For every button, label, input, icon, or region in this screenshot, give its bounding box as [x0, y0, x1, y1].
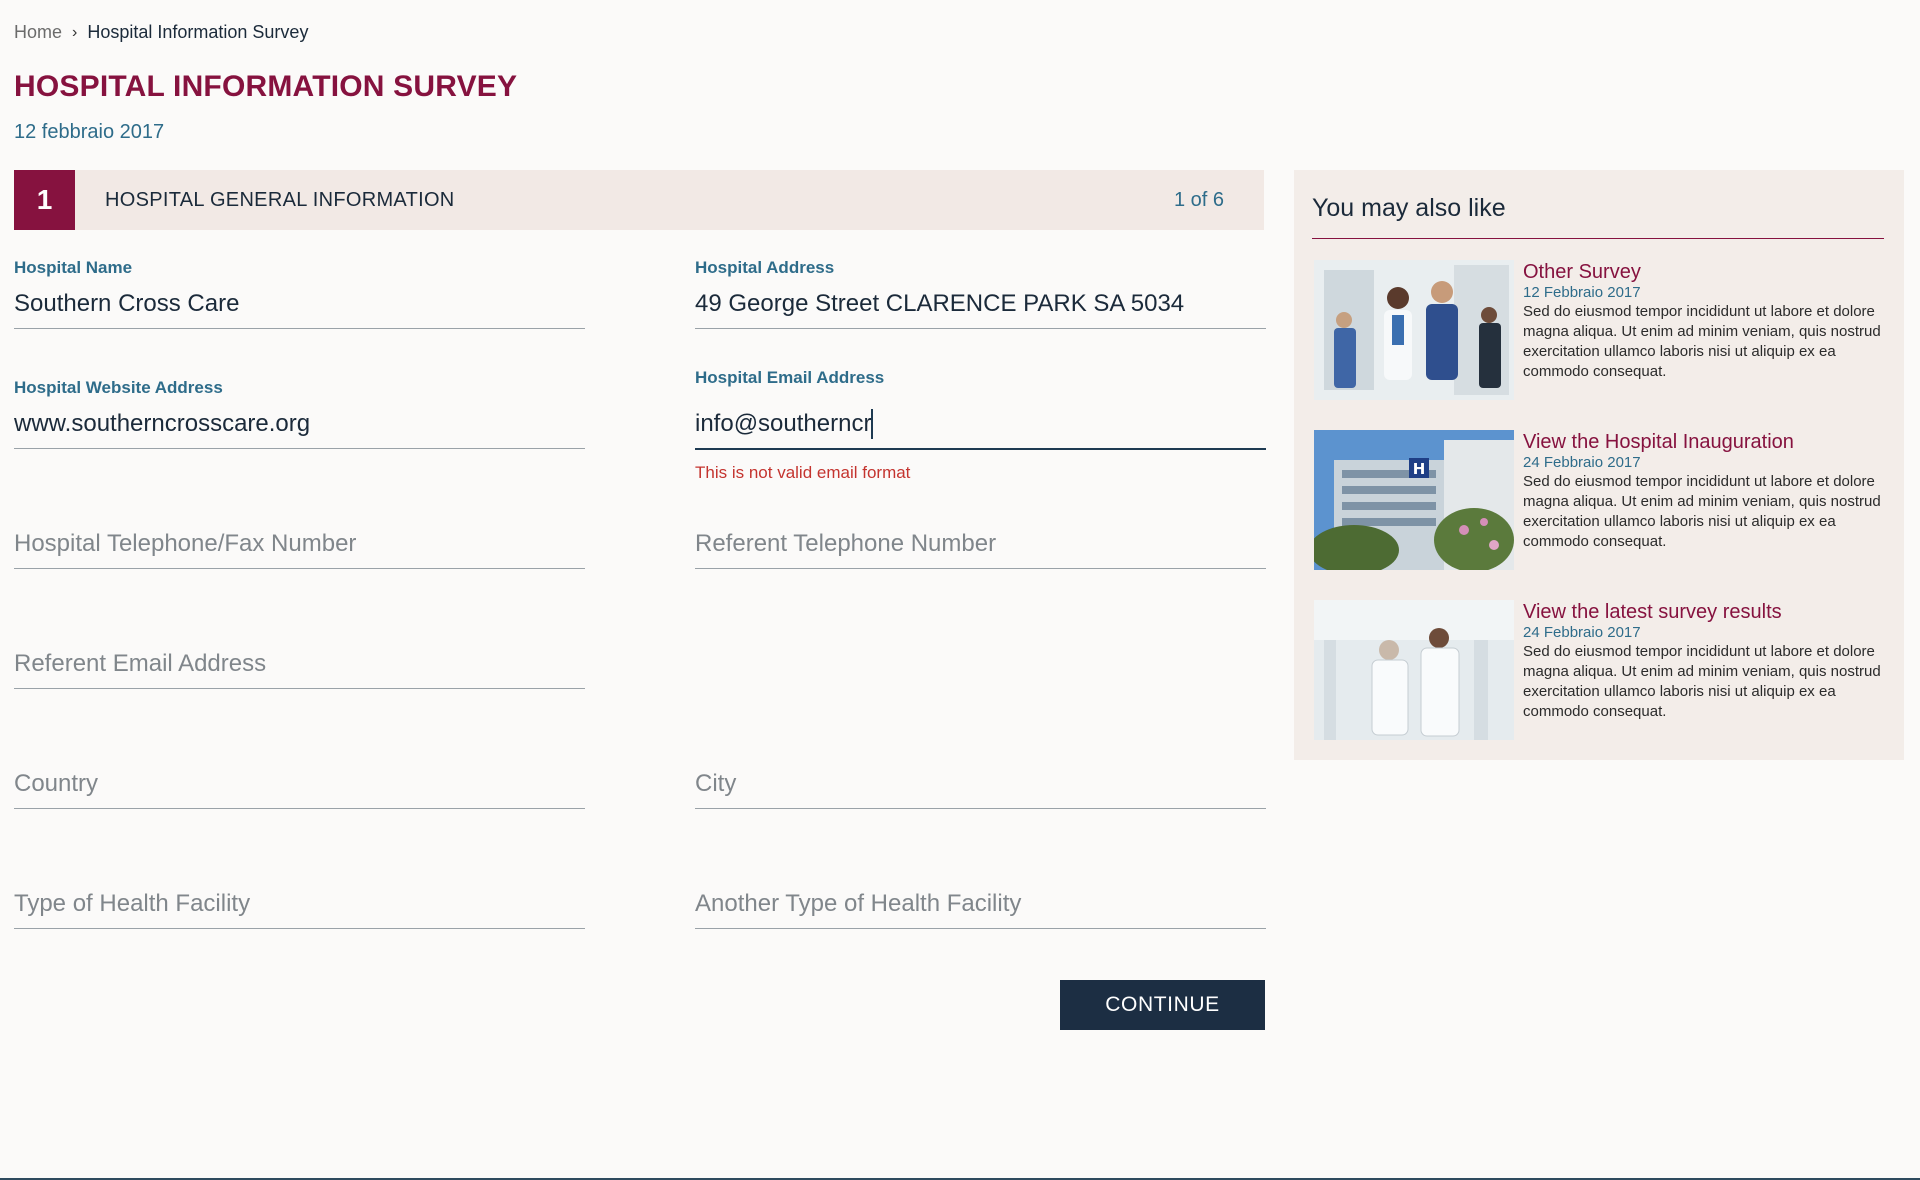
hospital-name-input[interactable]	[14, 290, 585, 318]
page-date: 12 febbraio 2017	[14, 121, 165, 143]
facility-type-control	[14, 880, 585, 929]
telephone-fax-input[interactable]	[14, 530, 585, 558]
facility-type-field	[14, 880, 585, 929]
email-field: Hospital Email Address info@southerncr	[695, 366, 1266, 450]
city-input[interactable]	[695, 770, 1266, 798]
email-control: info@southerncr	[695, 400, 1266, 450]
related-card[interactable]: Other Survey 12 Febbraio 2017 Sed do eiu…	[1314, 260, 1888, 402]
email-error-message: This is not valid email format	[695, 463, 911, 482]
card-thumbnail-image[interactable]: H	[1314, 430, 1514, 570]
referent-telephone-control	[695, 520, 1266, 569]
card-date: 24 Febbraio 2017	[1523, 454, 1641, 471]
telephone-fax-field	[14, 520, 585, 569]
hospital-name-label: Hospital Name	[14, 258, 133, 277]
card-thumbnail-image[interactable]	[1314, 260, 1514, 400]
country-control	[14, 760, 585, 809]
card-body: View the latest survey results 24 Febbra…	[1523, 600, 1888, 722]
hospital-name-control	[14, 280, 585, 329]
another-facility-type-control	[695, 880, 1266, 929]
referent-telephone-input[interactable]	[695, 530, 1266, 558]
card-excerpt: Sed do eiusmod tempor incididunt ut labo…	[1523, 303, 1881, 380]
email-label: Hospital Email Address	[695, 368, 885, 387]
card-body: Other Survey 12 Febbraio 2017 Sed do eiu…	[1523, 260, 1888, 382]
sidebar-title: You may also like	[1312, 194, 1506, 222]
card-title-link[interactable]: View the latest survey results	[1523, 600, 1888, 624]
hospital-name-field: Hospital Name	[14, 256, 585, 329]
sidebar-divider	[1312, 238, 1884, 239]
website-control	[14, 400, 585, 449]
breadcrumb-current: Hospital Information Survey	[87, 22, 309, 42]
card-title-link[interactable]: Other Survey	[1523, 260, 1888, 284]
card-excerpt: Sed do eiusmod tempor incididunt ut labo…	[1523, 473, 1881, 550]
hospital-address-input[interactable]	[695, 290, 1266, 318]
hospital-address-field: Hospital Address	[695, 256, 1266, 329]
step-title: HOSPITAL GENERAL INFORMATION	[105, 188, 455, 211]
another-facility-type-field	[695, 880, 1266, 929]
card-thumbnail-image[interactable]	[1314, 600, 1514, 740]
survey-page: Home › Hospital Information Survey HOSPI…	[0, 0, 1920, 1180]
referent-email-input[interactable]	[14, 650, 585, 678]
card-date: 24 Febbraio 2017	[1523, 624, 1641, 641]
city-control	[695, 760, 1266, 809]
card-body: View the Hospital Inauguration 24 Febbra…	[1523, 430, 1888, 552]
website-field: Hospital Website Address	[14, 376, 585, 449]
breadcrumb-home-link[interactable]: Home	[14, 22, 62, 43]
breadcrumb: Home › Hospital Information Survey	[14, 22, 308, 43]
facility-type-input[interactable]	[14, 890, 585, 918]
step-header: 1 HOSPITAL GENERAL INFORMATION 1 of 6	[14, 170, 1264, 230]
card-excerpt: Sed do eiusmod tempor incididunt ut labo…	[1523, 643, 1881, 720]
related-card[interactable]: View the latest survey results 24 Febbra…	[1314, 600, 1888, 742]
another-facility-type-input[interactable]	[695, 890, 1266, 918]
website-input[interactable]	[14, 410, 585, 438]
page-title: HOSPITAL INFORMATION SURVEY	[14, 70, 518, 103]
referent-email-control	[14, 640, 585, 689]
city-field	[695, 760, 1266, 809]
chevron-right-icon: ›	[72, 23, 78, 41]
continue-button[interactable]: CONTINUE	[1060, 980, 1265, 1030]
country-field	[14, 760, 585, 809]
card-title-link[interactable]: View the Hospital Inauguration	[1523, 430, 1888, 454]
website-label: Hospital Website Address	[14, 378, 223, 397]
card-date: 12 Febbraio 2017	[1523, 284, 1641, 301]
email-input[interactable]: info@southerncr	[695, 410, 871, 438]
telephone-fax-control	[14, 520, 585, 569]
step-number-badge: 1	[14, 170, 75, 230]
svg-text:H: H	[1413, 460, 1426, 478]
country-input[interactable]	[14, 770, 585, 798]
referent-telephone-field	[695, 520, 1266, 569]
related-sidebar: You may also like Other Survey 12 Febbra…	[1294, 170, 1904, 760]
hospital-address-control	[695, 280, 1266, 329]
hospital-address-label: Hospital Address	[695, 258, 835, 277]
related-card[interactable]: H View the Hospital Inauguration 24 Febb…	[1314, 430, 1888, 572]
step-progress-count: 1 of 6	[1173, 188, 1224, 211]
text-caret	[871, 409, 874, 439]
referent-email-field	[14, 640, 585, 689]
